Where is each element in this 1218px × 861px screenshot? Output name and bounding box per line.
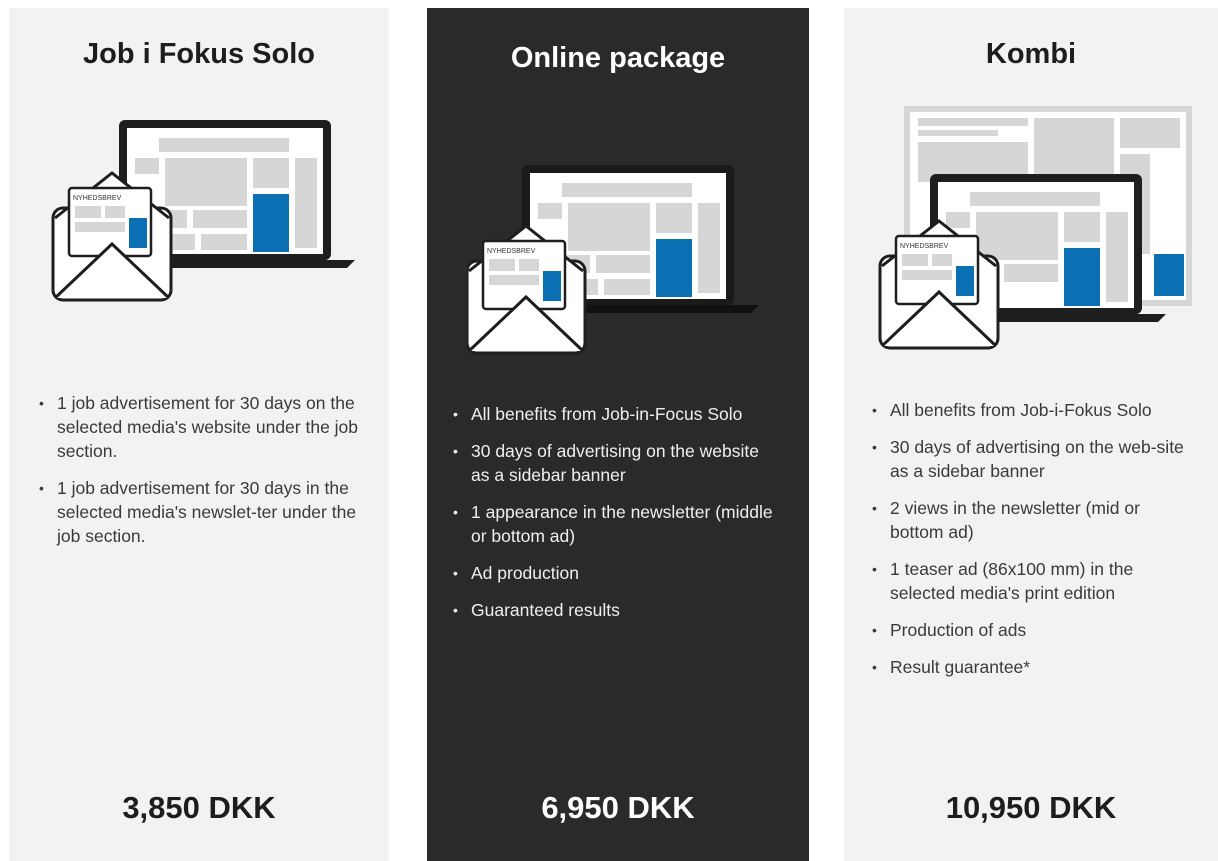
feature-list: All benefits from Job-i-Fokus Solo 30 da… [868,398,1198,692]
price: 6,950 DKK [541,790,695,825]
feature-item: 1 appearance in the newsletter (middle o… [449,500,779,548]
feature-item: 1 teaser ad (86x100 mm) in the selected … [868,557,1198,605]
newsletter-label: NYHEDSBREV [900,243,949,250]
pricing-card-online[interactable]: Online package NYHEDSBREV All benefits f… [427,8,809,861]
feature-item: 1 job advertisement for 30 days on the s… [35,391,365,463]
feature-item: Production of ads [868,618,1198,642]
laptop-newsletter-illustration: NYHEDSBREV [51,120,355,302]
feature-item: Result guarantee* [868,655,1198,679]
feature-list: All benefits from Job-in-Focus Solo 30 d… [449,402,779,635]
laptop-newsletter-illustration: NYHEDSBREV [467,165,759,355]
feature-item: All benefits from Job-i-Fokus Solo [868,398,1198,422]
card-title: Kombi [985,38,1077,70]
feature-item: Ad production [449,561,779,585]
newsletter-label: NYHEDSBREV [73,195,122,202]
price: 3,850 DKK [122,790,276,825]
pricing-card-kombi[interactable]: Kombi NYHEDSBREV All benefit [844,8,1218,861]
card-title: Online package [510,42,726,74]
feature-list: 1 job advertisement for 30 days on the s… [35,391,365,561]
feature-item: Guaranteed results [449,598,779,622]
feature-item: 30 days of advertising on the web-site a… [868,435,1198,483]
feature-item: 30 days of advertising on the website as… [449,439,779,487]
card-title: Job i Fokus Solo [82,38,315,70]
newsletter-label: NYHEDSBREV [487,248,536,255]
print-laptop-newsletter-illustration: NYHEDSBREV [878,106,1192,350]
feature-item: All benefits from Job-in-Focus Solo [449,402,779,426]
price: 10,950 DKK [945,790,1117,825]
feature-item: 2 views in the newsletter (mid or bottom… [868,496,1198,544]
feature-item: 1 job advertisement for 30 days in the s… [35,476,365,548]
pricing-card-solo[interactable]: Job i Fokus Solo NYHEDSBREV 1 job advert… [9,8,389,861]
